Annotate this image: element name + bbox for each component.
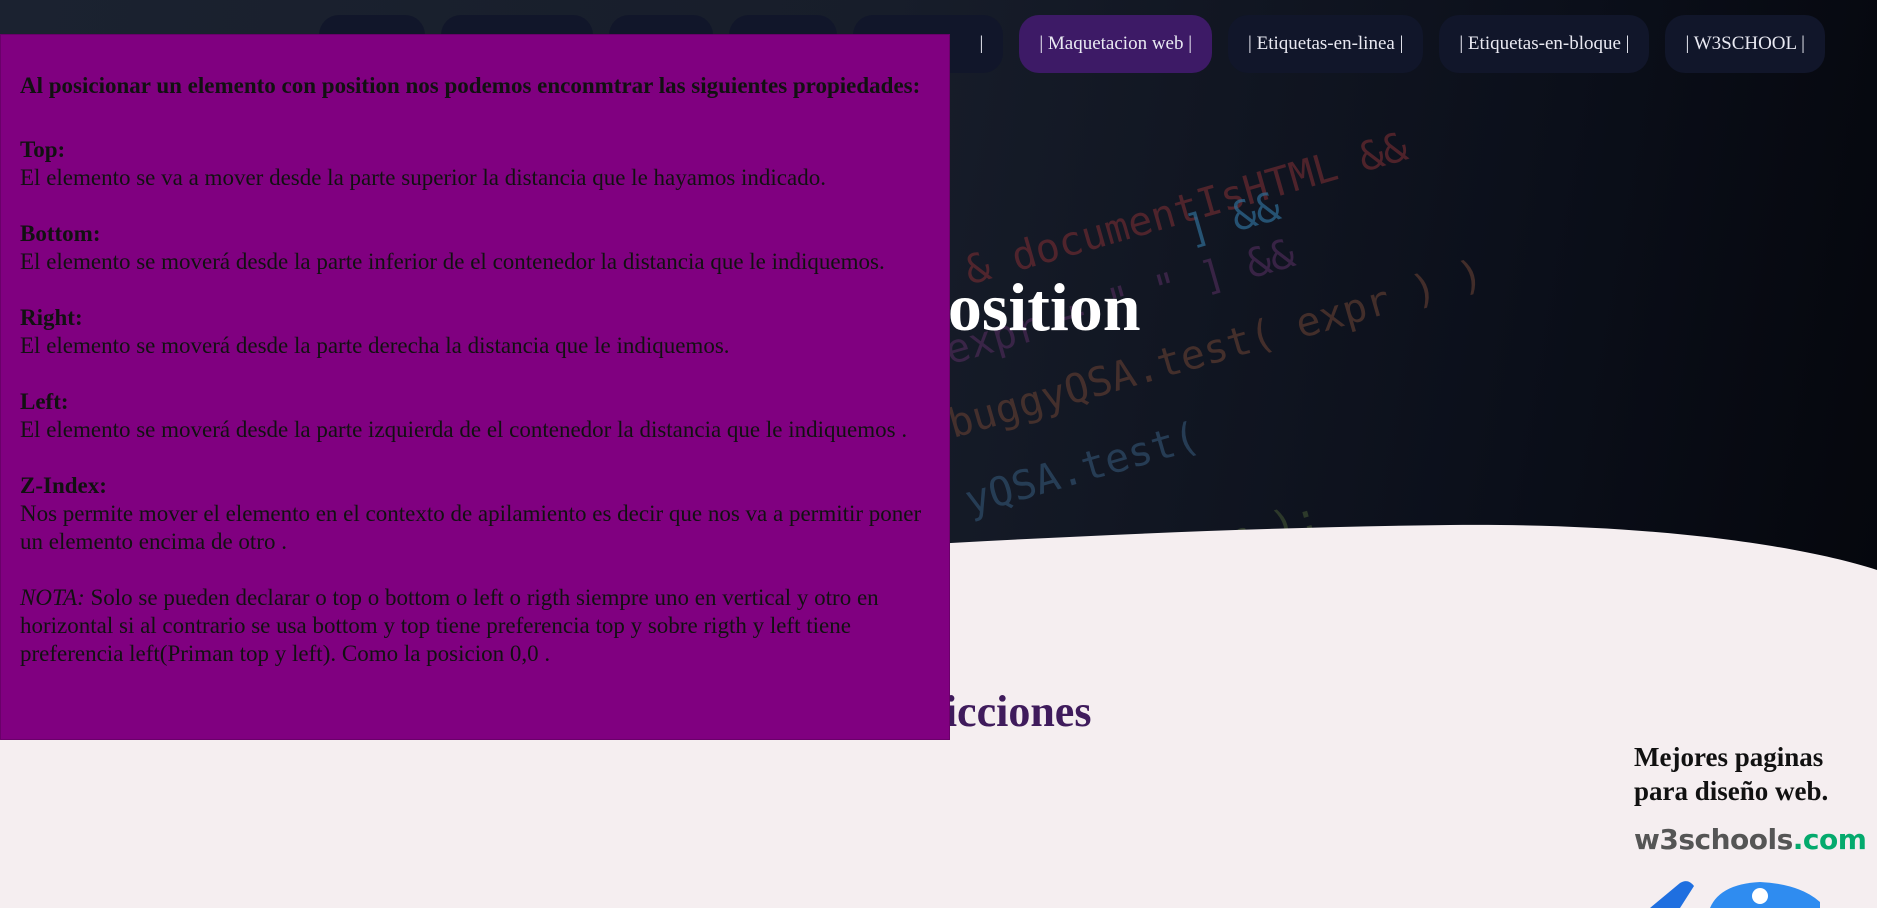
property-desc: El elemento se moverá desde la parte izq… bbox=[20, 417, 908, 442]
property-term: Right: bbox=[20, 305, 83, 330]
property-item: Z-Index: Nos permite mover el elemento e… bbox=[20, 472, 940, 556]
position-content: Al posicionar un elemento con position n… bbox=[20, 72, 940, 696]
intro-text: Al posicionar un elemento con position n… bbox=[20, 73, 921, 98]
nav-item-etiquetas-en-bloque[interactable]: | Etiquetas-en-bloque | bbox=[1439, 15, 1650, 73]
nav-item-maquetacion-web[interactable]: | Maquetacion web | bbox=[1019, 15, 1213, 73]
nav-item-w3school[interactable]: | W3SCHOOL | bbox=[1665, 15, 1825, 73]
logo-text-com: .com bbox=[1792, 823, 1867, 856]
note-paragraph: NOTA: Solo se pueden declarar o top o bo… bbox=[20, 584, 940, 668]
property-desc: El elemento se va a mover desde la parte… bbox=[20, 165, 826, 190]
logo-text-w3schools: w3schools bbox=[1634, 823, 1793, 856]
property-item: Left: El elemento se moverá desde la par… bbox=[20, 388, 940, 444]
property-item: Bottom: El elemento se moverá desde la p… bbox=[20, 220, 940, 276]
note-text: Solo se pueden declarar o top o bottom o… bbox=[20, 585, 879, 666]
property-term: Bottom: bbox=[20, 221, 101, 246]
nav-item-etiquetas-en-linea[interactable]: | Etiquetas-en-linea | bbox=[1228, 15, 1424, 73]
side-title: Mejores paginas para diseño web. bbox=[1634, 742, 1829, 806]
property-term: Z-Index: bbox=[20, 473, 107, 498]
property-term: Left: bbox=[20, 389, 69, 414]
w3schools-logo[interactable]: w3schools.com bbox=[1634, 823, 1867, 856]
blue-illustration bbox=[1650, 881, 1820, 908]
property-item: Top: El elemento se va a mover desde la … bbox=[20, 136, 940, 192]
note-label: NOTA: bbox=[20, 585, 85, 610]
property-term: Top: bbox=[20, 137, 66, 162]
property-desc: El elemento se moverá desde la parte inf… bbox=[20, 249, 885, 274]
property-desc: Nos permite mover el elemento en el cont… bbox=[20, 501, 922, 554]
property-item: Right: El elemento se moverá desde la pa… bbox=[20, 304, 940, 360]
property-desc: El elemento se moverá desde la parte der… bbox=[20, 333, 730, 358]
